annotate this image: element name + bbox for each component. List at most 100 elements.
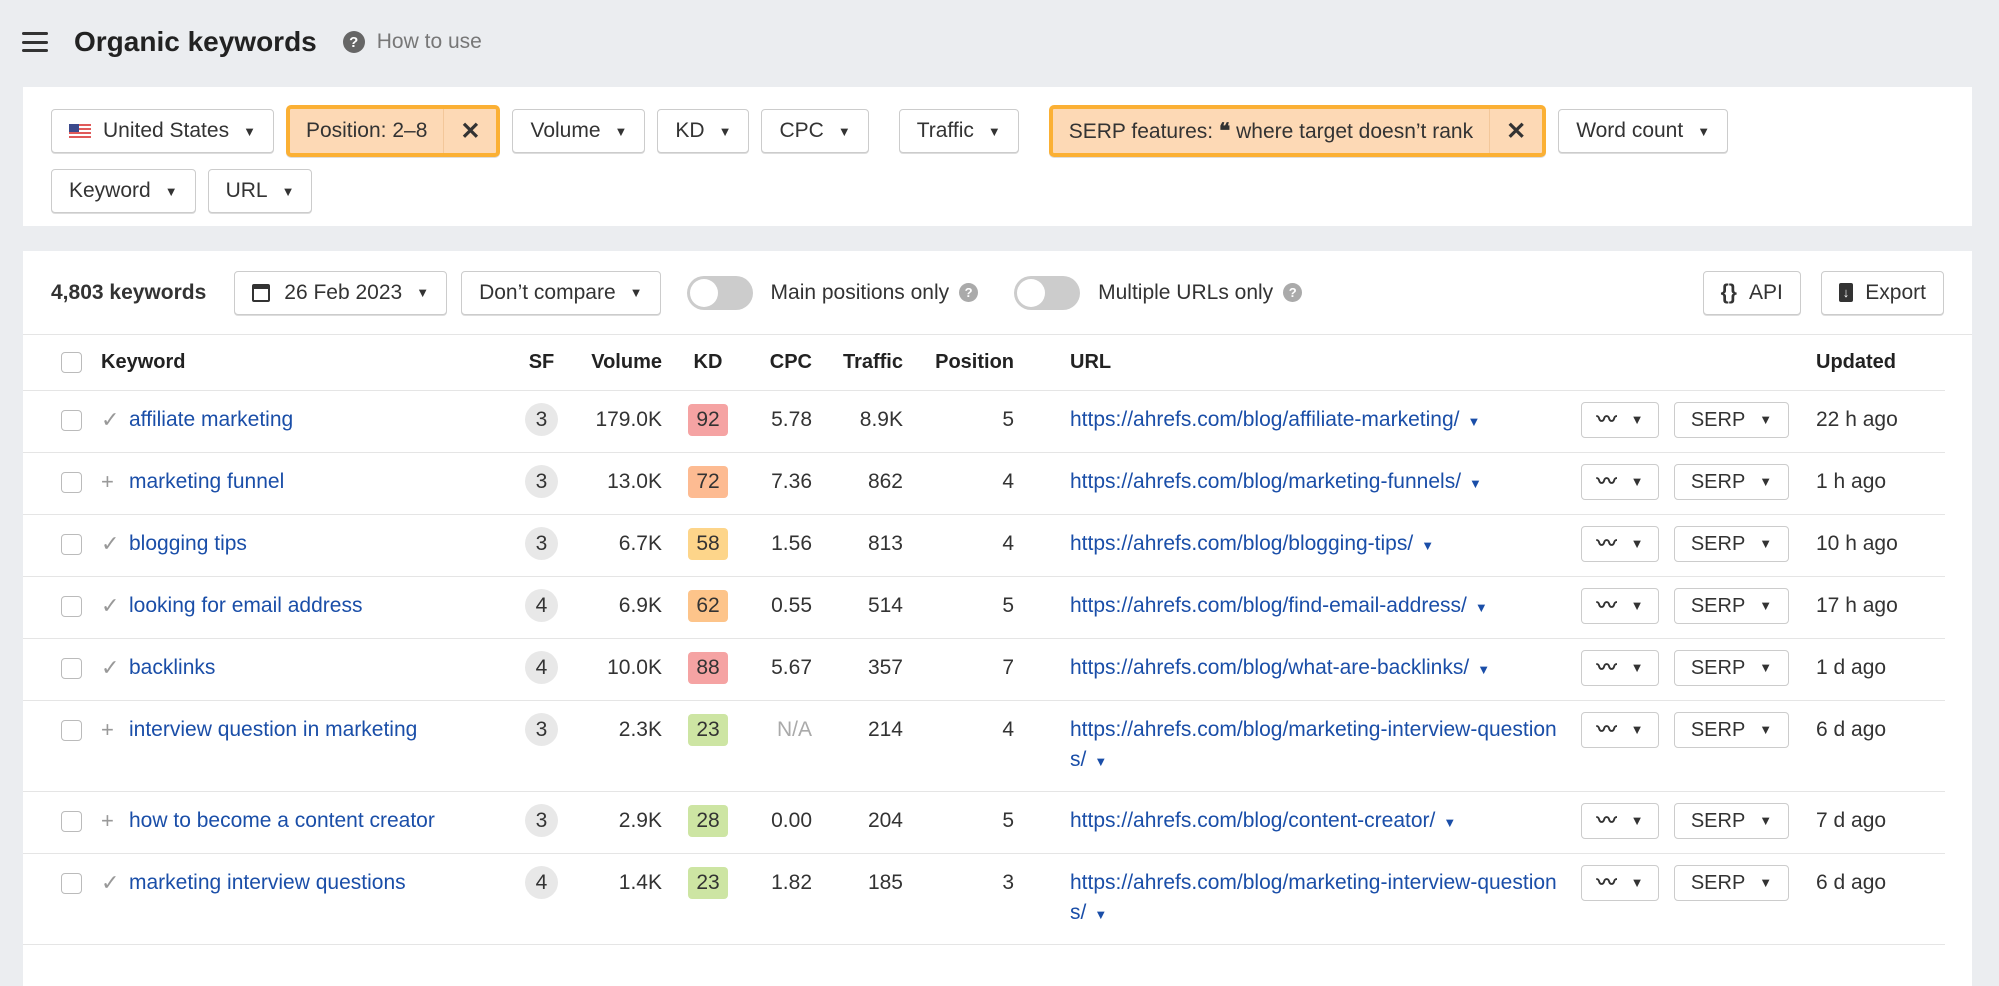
row-checkbox[interactable] (61, 806, 101, 836)
main-positions-toggle[interactable] (687, 276, 753, 310)
api-button[interactable]: {}API (1703, 271, 1801, 315)
sf-badge[interactable]: 4 (525, 651, 558, 684)
col-volume[interactable]: Volume (568, 351, 662, 374)
url-link[interactable]: https://ahrefs.com/blog/marketing-interv… (1070, 718, 1557, 771)
serp-label: SERP (1691, 806, 1745, 836)
keyword-link[interactable]: interview question in marketing (129, 715, 515, 745)
row-checkbox[interactable] (61, 405, 101, 435)
check-icon[interactable]: ✓ (101, 653, 129, 683)
sf-badge[interactable]: 3 (525, 713, 558, 746)
serp-button[interactable]: SERP▼ (1674, 803, 1789, 839)
url-link[interactable]: https://ahrefs.com/blog/affiliate-market… (1070, 408, 1459, 431)
position-history-button[interactable]: 〰▼ (1581, 712, 1659, 748)
url-link[interactable]: https://ahrefs.com/blog/content-creator/ (1070, 809, 1435, 832)
col-kd[interactable]: KD (662, 351, 754, 374)
url-dropdown-caret-icon[interactable]: ▼ (1475, 600, 1488, 615)
position-history-button[interactable]: 〰▼ (1581, 526, 1659, 562)
url-dropdown-caret-icon[interactable]: ▼ (1467, 414, 1480, 429)
keyword-link[interactable]: blogging tips (129, 529, 515, 559)
row-checkbox[interactable] (61, 529, 101, 559)
col-sf[interactable]: SF (515, 351, 568, 374)
url-link[interactable]: https://ahrefs.com/blog/marketing-interv… (1070, 871, 1557, 924)
row-checkbox[interactable] (61, 715, 101, 745)
serp-button[interactable]: SERP▼ (1674, 526, 1789, 562)
sf-badge[interactable]: 3 (525, 465, 558, 498)
url-dropdown-caret-icon[interactable]: ▼ (1094, 754, 1107, 769)
keyword-link[interactable]: marketing interview questions (129, 868, 515, 898)
col-traffic[interactable]: Traffic (812, 351, 903, 374)
help-icon[interactable]: ? (1283, 283, 1302, 302)
keyword-filter[interactable]: Keyword▼ (51, 169, 196, 213)
multiple-urls-toggle[interactable] (1014, 276, 1080, 310)
plus-icon[interactable]: + (101, 467, 129, 497)
clear-position-filter-icon[interactable]: ✕ (443, 109, 496, 153)
page-header: Organic keywords ?How to use (22, 22, 482, 62)
col-keyword[interactable]: Keyword (101, 351, 515, 374)
compare-dropdown[interactable]: Don’t compare▼ (461, 271, 660, 315)
col-cpc[interactable]: CPC (754, 351, 812, 374)
serp-button[interactable]: SERP▼ (1674, 402, 1789, 438)
row-checkbox[interactable] (61, 868, 101, 898)
position-history-button[interactable]: 〰▼ (1581, 588, 1659, 624)
plus-icon[interactable]: + (101, 806, 129, 836)
sf-badge[interactable]: 4 (525, 589, 558, 622)
position-history-button[interactable]: 〰▼ (1581, 865, 1659, 901)
kd-cell: 28 (662, 806, 754, 837)
menu-icon[interactable] (22, 32, 48, 52)
row-checkbox[interactable] (61, 591, 101, 621)
col-position[interactable]: Position (903, 351, 1014, 374)
url-filter[interactable]: URL▼ (208, 169, 313, 213)
select-all-checkbox[interactable] (61, 348, 101, 378)
url-link[interactable]: https://ahrefs.com/blog/what-are-backlin… (1070, 656, 1469, 679)
url-link[interactable]: https://ahrefs.com/blog/find-email-addre… (1070, 594, 1467, 617)
country-filter[interactable]: United States▼ (51, 109, 274, 153)
serp-button[interactable]: SERP▼ (1674, 464, 1789, 500)
cpc-filter[interactable]: CPC▼ (761, 109, 868, 153)
date-picker[interactable]: 26 Feb 2023▼ (234, 271, 447, 315)
serp-button[interactable]: SERP▼ (1674, 588, 1789, 624)
url-dropdown-caret-icon[interactable]: ▼ (1094, 907, 1107, 922)
url-dropdown-caret-icon[interactable]: ▼ (1477, 662, 1490, 677)
word-count-filter[interactable]: Word count▼ (1558, 109, 1728, 153)
url-dropdown-caret-icon[interactable]: ▼ (1421, 538, 1434, 553)
sf-badge[interactable]: 4 (525, 866, 558, 899)
traffic-filter[interactable]: Traffic▼ (899, 109, 1019, 153)
serp-button[interactable]: SERP▼ (1674, 865, 1789, 901)
sf-badge[interactable]: 3 (525, 527, 558, 560)
keyword-link[interactable]: affiliate marketing (129, 405, 515, 435)
position-history-button[interactable]: 〰▼ (1581, 803, 1659, 839)
keyword-link[interactable]: marketing funnel (129, 467, 515, 497)
check-icon[interactable]: ✓ (101, 529, 129, 559)
check-icon[interactable]: ✓ (101, 591, 129, 621)
how-to-use-link[interactable]: ?How to use (343, 30, 482, 54)
check-icon[interactable]: ✓ (101, 405, 129, 435)
keyword-link[interactable]: looking for email address (129, 591, 515, 621)
volume-filter[interactable]: Volume▼ (512, 109, 645, 153)
sf-badge[interactable]: 3 (525, 403, 558, 436)
col-url[interactable]: URL (1070, 351, 1816, 374)
export-button[interactable]: ↓Export (1821, 271, 1944, 315)
url-link[interactable]: https://ahrefs.com/blog/marketing-funnel… (1070, 470, 1461, 493)
url-dropdown-caret-icon[interactable]: ▼ (1443, 815, 1456, 830)
keyword-link[interactable]: how to become a content creator (129, 806, 515, 836)
plus-icon[interactable]: + (101, 715, 129, 745)
serp-button[interactable]: SERP▼ (1674, 650, 1789, 686)
position-history-button[interactable]: 〰▼ (1581, 402, 1659, 438)
position-history-button[interactable]: 〰▼ (1581, 464, 1659, 500)
serp-button[interactable]: SERP▼ (1674, 712, 1789, 748)
position-filter[interactable]: Position: 2–8✕ (286, 105, 501, 157)
row-checkbox[interactable] (61, 467, 101, 497)
url-link[interactable]: https://ahrefs.com/blog/blogging-tips/ (1070, 532, 1413, 555)
keyword-link[interactable]: backlinks (129, 653, 515, 683)
clear-serp-filter-icon[interactable]: ✕ (1489, 109, 1542, 153)
url-dropdown-caret-icon[interactable]: ▼ (1469, 476, 1482, 491)
col-updated[interactable]: Updated (1816, 351, 1896, 374)
serp-features-filter[interactable]: SERP features: ❝ where target doesn’t ra… (1049, 105, 1546, 157)
kd-filter[interactable]: KD▼ (657, 109, 749, 153)
help-icon[interactable]: ? (959, 283, 978, 302)
position-history-button[interactable]: 〰▼ (1581, 650, 1659, 686)
url-cell: https://ahrefs.com/blog/blogging-tips/ ▼ (1070, 529, 1560, 561)
row-checkbox[interactable] (61, 653, 101, 683)
sf-badge[interactable]: 3 (525, 804, 558, 837)
check-icon[interactable]: ✓ (101, 868, 129, 898)
